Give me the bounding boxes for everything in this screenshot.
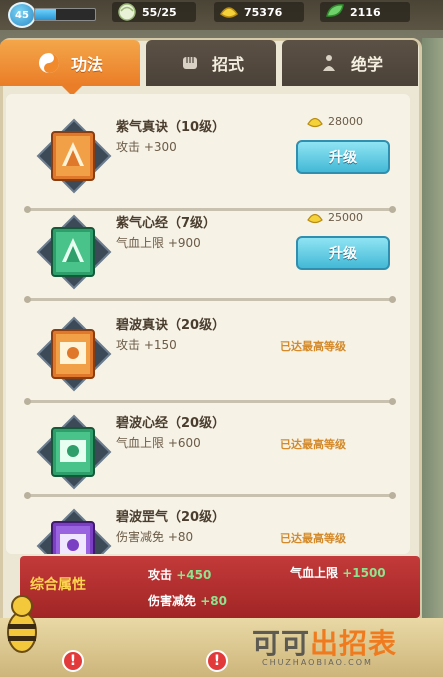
summary-dmg-label: 伤害减免 xyxy=(148,594,197,608)
skill-cost: 25000 xyxy=(306,208,363,226)
gold-value: 75376 xyxy=(244,5,283,19)
skill-stat: 攻击 +300 xyxy=(116,140,177,154)
skill-book-icon[interactable] xyxy=(36,118,112,194)
fist-icon xyxy=(178,51,202,75)
meditation-icon xyxy=(317,51,341,75)
tab-label: 功法 xyxy=(70,55,103,74)
alert-icon[interactable]: ! xyxy=(206,650,228,672)
skill-stat: 伤害减免 +80 xyxy=(116,530,194,544)
tab-juexue[interactable]: 绝学 xyxy=(282,40,418,86)
skill-name: 碧波罡气（20级） xyxy=(116,510,226,525)
upgrade-button[interactable]: 升级 xyxy=(296,140,390,174)
bee-mascot-icon xyxy=(0,590,46,660)
tab-label: 绝学 xyxy=(350,55,383,74)
skill-book-icon[interactable] xyxy=(36,414,112,490)
alert-icon[interactable]: ! xyxy=(62,650,84,672)
gold-counter[interactable]: 75376 xyxy=(214,2,304,22)
xp-progress-fill xyxy=(35,9,56,20)
gem-counter[interactable]: 2116 xyxy=(320,2,410,22)
cabbage-icon xyxy=(116,0,138,22)
skill-row: 碧波心经（20级） 气血上限 +600 已达最高等级 xyxy=(6,404,410,500)
gold-ingot-icon xyxy=(306,112,324,130)
total-attributes-panel: 综合属性 攻击 +450 气血上限 +1500 伤害减免 +80 xyxy=(20,556,420,618)
player-level-badge[interactable]: 45 xyxy=(8,2,36,28)
max-level-label: 已达最高等级 xyxy=(280,532,346,545)
skill-stat: 气血上限 +600 xyxy=(116,436,201,450)
row-divider xyxy=(24,492,396,499)
stamina-value: 55/25 xyxy=(142,5,177,19)
skill-book-icon[interactable] xyxy=(36,316,112,392)
skill-row: 紫气真诀（10级） 攻击 +300 28000 升级 xyxy=(6,108,410,204)
skill-name: 碧波真诀（20级） xyxy=(116,318,226,333)
skill-list[interactable]: 紫气真诀（10级） 攻击 +300 28000 升级 紫气心经（7级） 气血上限… xyxy=(6,94,410,554)
top-status-bar: 45 55/25 75376 2116 xyxy=(0,0,443,30)
summary-hp-label: 气血上限 xyxy=(290,566,339,580)
skill-row: 紫气心经（7级） 气血上限 +900 25000 升级 xyxy=(6,204,410,300)
summary-attack-label: 攻击 xyxy=(148,568,173,582)
watermark-url: CHUZHAOBIAO.COM xyxy=(262,658,373,667)
summary-hp: 气血上限 +1500 xyxy=(290,564,386,581)
skill-row: 碧波真诀（20级） 攻击 +150 已达最高等级 xyxy=(6,306,410,402)
background-strip xyxy=(422,38,443,618)
gem-value: 2116 xyxy=(350,5,381,19)
skill-name: 碧波心经（20级） xyxy=(116,416,226,431)
upgrade-button[interactable]: 升级 xyxy=(296,236,390,270)
row-divider xyxy=(24,398,396,405)
gold-ingot-icon xyxy=(306,208,324,226)
max-level-label: 已达最高等级 xyxy=(280,340,346,353)
summary-attack: 攻击 +450 xyxy=(148,566,211,583)
watermark-text-a: 可可 xyxy=(252,627,311,660)
row-divider xyxy=(24,296,396,303)
skill-stat: 攻击 +150 xyxy=(116,338,177,352)
tab-bar: 功法 招式 绝学 xyxy=(0,40,418,96)
skill-book-icon[interactable] xyxy=(36,508,112,554)
watermark-text-b: 出招表 xyxy=(310,627,398,660)
jade-leaf-icon xyxy=(324,0,346,22)
max-level-label: 已达最高等级 xyxy=(280,438,346,451)
yin-yang-icon xyxy=(37,51,61,75)
skill-cost: 28000 xyxy=(306,112,363,130)
skill-name: 紫气真诀（10级） xyxy=(116,120,226,135)
skill-stat: 气血上限 +900 xyxy=(116,236,201,250)
tab-label: 招式 xyxy=(211,55,244,74)
stamina-counter[interactable]: 55/25 xyxy=(112,2,196,22)
summary-damage-reduction: 伤害减免 +80 xyxy=(148,592,227,609)
tab-gongfa[interactable]: 功法 xyxy=(0,40,140,86)
skill-name: 紫气心经（7级） xyxy=(116,216,217,231)
tab-zhaoshi[interactable]: 招式 xyxy=(146,40,276,86)
skill-cost-value: 25000 xyxy=(328,210,363,224)
summary-hp-value: +1500 xyxy=(342,566,386,580)
summary-attack-value: +450 xyxy=(176,568,212,582)
watermark: 可可出招表 xyxy=(252,622,397,662)
skill-row: 碧波罡气（20级） 伤害减免 +80 已达最高等级 xyxy=(6,498,410,554)
skill-book-icon[interactable] xyxy=(36,214,112,290)
xp-progress-bar xyxy=(34,8,96,21)
summary-dmg-value: +80 xyxy=(200,594,227,608)
gold-ingot-icon xyxy=(218,0,240,22)
skill-cost-value: 28000 xyxy=(328,114,363,128)
